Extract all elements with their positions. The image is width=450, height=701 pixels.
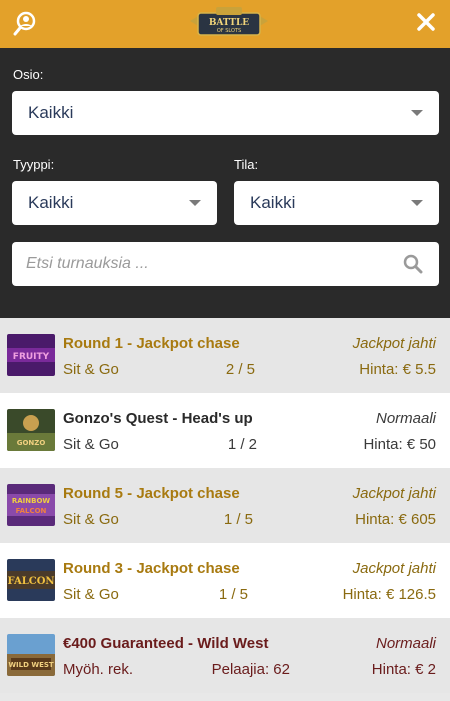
player-count: 1 / 5: [223, 511, 253, 528]
tournament-kind: Sit & Go: [63, 586, 119, 603]
player-count: 1 / 5: [218, 586, 248, 603]
state-label: Tila:: [234, 157, 259, 172]
section-select-value: Kaikki: [28, 103, 74, 122]
player-count: Pelaajia: 62: [211, 661, 290, 678]
user-search-icon[interactable]: [12, 10, 40, 38]
svg-text:FRUITY: FRUITY: [13, 352, 50, 362]
state-select[interactable]: Kaikki: [234, 181, 439, 225]
tournament-row[interactable]: FRUITY Round 1 - Jackpot chase Sit & Go …: [0, 318, 450, 393]
type-select-value: Kaikki: [28, 193, 74, 212]
tournament-title: Round 5 - Jackpot chase: [63, 485, 240, 502]
search-icon[interactable]: [403, 254, 423, 274]
chevron-down-icon: [411, 110, 423, 116]
game-thumbnail: RAINBOW FALCON: [7, 484, 55, 526]
svg-text:BATTLE: BATTLE: [209, 18, 249, 28]
tournament-title: €400 Guaranteed - Wild West: [63, 635, 269, 652]
search-input[interactable]: [26, 252, 386, 276]
section-label: Osio:: [13, 67, 44, 82]
tournament-title: Round 3 - Jackpot chase: [63, 560, 240, 577]
tournament-list: FRUITY Round 1 - Jackpot chase Sit & Go …: [0, 318, 450, 693]
tournament-row[interactable]: GONZO Gonzo's Quest - Head's up Sit & Go…: [0, 393, 450, 468]
svg-text:GONZO: GONZO: [17, 439, 46, 447]
tournament-status: Normaali: [375, 635, 436, 652]
svg-text:RAINBOW: RAINBOW: [12, 497, 51, 505]
tournament-price: Hinta: € 605: [355, 511, 436, 528]
svg-text:FALCON: FALCON: [7, 576, 54, 587]
tournament-status: Jackpot jahti: [352, 485, 436, 502]
svg-text:WILD WEST: WILD WEST: [8, 661, 54, 669]
tournament-status: Normaali: [375, 410, 436, 427]
player-count: 1 / 2: [227, 436, 257, 453]
svg-text:FALCON: FALCON: [16, 507, 47, 515]
chevron-down-icon: [189, 200, 201, 206]
tournament-title: Gonzo's Quest - Head's up: [63, 410, 253, 427]
tournament-status: Jackpot jahti: [352, 560, 436, 577]
tournament-row[interactable]: RAINBOW FALCON Round 5 - Jackpot chase S…: [0, 468, 450, 543]
tournament-price: Hinta: € 2: [371, 661, 436, 678]
tournament-kind: Sit & Go: [63, 436, 119, 453]
game-thumbnail: WILD WEST: [7, 634, 55, 676]
tournament-kind: Myöh. rek.: [63, 661, 134, 678]
tournament-title: Round 1 - Jackpot chase: [63, 335, 240, 352]
tournament-kind: Sit & Go: [63, 361, 119, 378]
tournament-row[interactable]: FALCON Round 3 - Jackpot chase Sit & Go …: [0, 543, 450, 618]
game-thumbnail: FRUITY: [7, 334, 55, 376]
svg-text:OF SLOTS: OF SLOTS: [217, 28, 241, 34]
type-label: Tyyppi:: [13, 157, 55, 172]
type-select[interactable]: Kaikki: [12, 181, 217, 225]
tournament-row[interactable]: WILD WEST €400 Guaranteed - Wild West My…: [0, 618, 450, 693]
section-select[interactable]: Kaikki: [12, 91, 439, 135]
tournament-price: Hinta: € 50: [363, 436, 436, 453]
state-select-value: Kaikki: [250, 193, 296, 212]
tournament-price: Hinta: € 126.5: [342, 586, 436, 603]
game-thumbnail: GONZO: [7, 409, 55, 451]
player-count: 2 / 5: [225, 361, 255, 378]
search-box: [12, 242, 439, 286]
battle-of-slots-logo[interactable]: BATTLE OF SLOTS: [186, 5, 272, 41]
top-bar: BATTLE OF SLOTS: [0, 0, 450, 48]
chevron-down-icon: [411, 200, 423, 206]
game-thumbnail: FALCON: [7, 559, 55, 601]
close-icon[interactable]: [414, 10, 438, 34]
tournament-price: Hinta: € 5.5: [359, 361, 436, 378]
tournament-status: Jackpot jahti: [352, 335, 436, 352]
tournament-kind: Sit & Go: [63, 511, 119, 528]
filter-panel: Osio: Kaikki Tyyppi: Kaikki Tila: Kaikki: [0, 48, 450, 318]
